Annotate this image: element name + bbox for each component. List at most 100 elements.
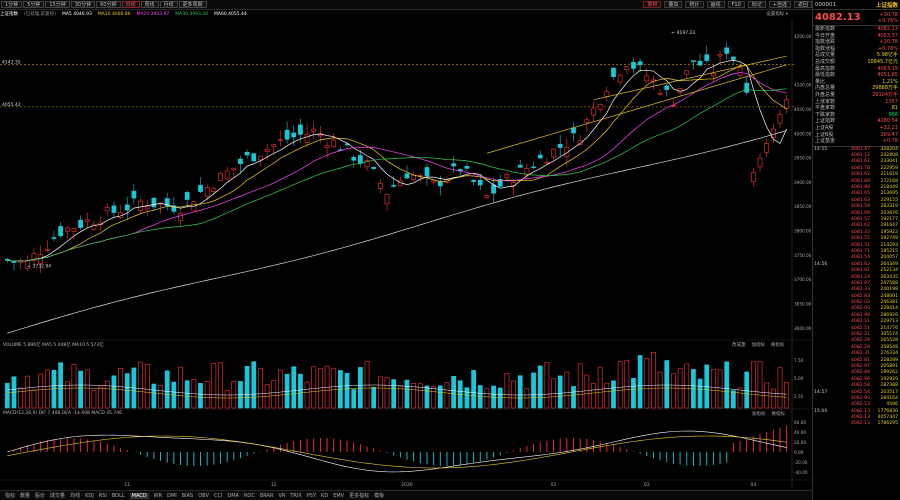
volume-bar xyxy=(78,370,83,409)
indicator-tab[interactable]: OBV xyxy=(198,493,209,499)
stat-value: 29104万手 xyxy=(872,91,898,98)
indicator-tab[interactable]: PSY xyxy=(307,493,316,499)
indicator-tab[interactable]: KDJ xyxy=(85,493,94,499)
indicator-tab[interactable]: 更多指标 xyxy=(349,492,369,499)
timeframe-tab[interactable]: 5分钟 xyxy=(23,1,45,8)
volume-bar xyxy=(744,371,750,409)
timeframe-tab[interactable]: 周线 xyxy=(140,1,159,8)
volume-bar xyxy=(597,366,603,409)
indicator-tab[interactable]: 均线 xyxy=(70,492,80,499)
timeframe-tab[interactable]: 15分钟 xyxy=(45,1,70,8)
candle-body xyxy=(764,143,770,153)
macd-panel-button[interactable]: 换指标 xyxy=(772,412,786,417)
volume-panel-button[interactable]: 加指标 xyxy=(752,343,766,348)
indicator-tab[interactable]: 教量 xyxy=(20,492,30,499)
toolbar-button[interactable]: 画线 xyxy=(706,1,725,8)
toolbar-button[interactable]: 标记 xyxy=(747,1,766,8)
candle-body xyxy=(71,228,77,232)
volume-bar xyxy=(291,366,297,409)
volume-bar xyxy=(71,364,77,409)
candle-body xyxy=(144,206,150,210)
volume-bar xyxy=(151,383,157,409)
volume-bar xyxy=(664,360,670,409)
stat-value: 4280.54 xyxy=(877,118,898,125)
candle-body xyxy=(644,75,650,82)
stat-label: 内盘总量 xyxy=(815,85,836,92)
candle-body xyxy=(557,143,563,148)
indicator-tab[interactable]: TRIX xyxy=(290,493,301,499)
volume-bar xyxy=(697,378,703,409)
volume-bar xyxy=(431,386,437,409)
timeframe-tab[interactable]: 日线 xyxy=(121,1,140,8)
toolbar-button[interactable]: F10 xyxy=(727,1,745,8)
candle-body xyxy=(298,124,303,135)
volume-bar xyxy=(770,388,776,409)
volume-bar xyxy=(557,375,563,409)
price-axis-label: 4000.00 xyxy=(794,131,812,136)
level-label-low: 4055.42 xyxy=(2,102,21,108)
toolbar-button[interactable]: 统计 xyxy=(685,1,704,8)
indicator-tab[interactable]: 股价 xyxy=(35,492,45,499)
macd-axis-label: 40.00 xyxy=(794,430,806,435)
indicator-tab[interactable]: EMV xyxy=(333,493,344,499)
volume-bar xyxy=(311,366,317,409)
volume-bar xyxy=(504,373,510,409)
indicator-tab[interactable]: BIAS xyxy=(182,493,194,499)
volume-bar xyxy=(757,361,763,409)
volume-bar xyxy=(351,389,357,409)
toolbar-button[interactable]: 返回 xyxy=(793,1,812,8)
tick-time xyxy=(814,421,828,427)
tick-list[interactable]: 14:55 4081.47 328204 4081.12 242808 4081.62 23… xyxy=(813,145,900,428)
timeframe-tab[interactable]: 月线 xyxy=(159,1,178,8)
indicator-tab[interactable]: 模板 xyxy=(374,492,384,499)
stat-row: 上证指数 4280.54 xyxy=(813,118,900,125)
indicator-tab[interactable]: DMA xyxy=(227,493,239,499)
candle-body xyxy=(84,219,90,223)
tick-price: 4082.13 xyxy=(851,421,870,427)
candle-body xyxy=(357,155,363,164)
indicator-tab[interactable]: WR xyxy=(154,493,162,499)
timeframe-tab[interactable]: 1分钟 xyxy=(1,1,23,8)
timeframe-tab[interactable]: 30分钟 xyxy=(70,1,96,8)
candle-body xyxy=(151,197,157,208)
indicator-tab[interactable]: VR xyxy=(278,493,285,499)
indicator-tab[interactable]: DMI xyxy=(167,493,177,499)
candle-body xyxy=(377,183,383,189)
candle-body xyxy=(711,73,716,77)
candle-body xyxy=(571,127,576,134)
toolbar-button[interactable]: 叠加 xyxy=(664,1,683,8)
timeframe-tab[interactable]: 更多周期 xyxy=(178,1,207,8)
volume-bar xyxy=(271,380,277,409)
volume-panel-button[interactable]: 改成量 xyxy=(732,343,746,348)
stat-value: +30.78 xyxy=(879,39,898,46)
candle-body xyxy=(551,148,556,158)
indicator-tab[interactable]: 成交量 xyxy=(50,492,65,499)
volume-bar xyxy=(517,375,523,409)
toolbar-button[interactable]: +自选 xyxy=(768,1,791,8)
volume-bar xyxy=(564,371,570,409)
candle-body xyxy=(451,163,456,167)
candle-body xyxy=(218,173,223,181)
volume-panel-button[interactable]: 换指标 xyxy=(771,343,785,348)
indicator-tab[interactable]: ROC xyxy=(244,493,255,499)
indicator-tab[interactable]: RSI xyxy=(99,493,107,499)
price-axis-label: 3700.00 xyxy=(794,277,812,282)
volume-bar xyxy=(777,367,783,409)
index-name-label: 上证指数 xyxy=(0,12,18,17)
indicator-tab[interactable]: 指标 xyxy=(5,492,15,499)
low-annotation: ← 3732.94 xyxy=(27,264,51,270)
indicator-tab[interactable]: BOLL xyxy=(112,493,125,499)
indicator-tab[interactable]: MACD xyxy=(129,492,149,499)
volume-bar xyxy=(38,373,44,409)
indicator-settings-button[interactable]: 设置指标 ▾ xyxy=(766,11,788,17)
indicator-tab[interactable]: CCI xyxy=(214,493,222,499)
macd-panel-button[interactable]: 加指标 xyxy=(752,412,766,417)
indicator-tab[interactable]: KD xyxy=(321,493,328,499)
stock-chart-app: 4142.35 4055.42 4200.00 4100.00 4050.00 4000.… xyxy=(0,0,900,500)
indicator-tab[interactable]: BRAR xyxy=(260,493,274,499)
volume-bar xyxy=(104,380,110,409)
timeframe-tab[interactable]: 60分钟 xyxy=(96,1,121,8)
candle-body xyxy=(178,213,183,221)
volume-bar xyxy=(64,381,70,409)
toolbar-button[interactable]: 复权 xyxy=(643,1,662,8)
